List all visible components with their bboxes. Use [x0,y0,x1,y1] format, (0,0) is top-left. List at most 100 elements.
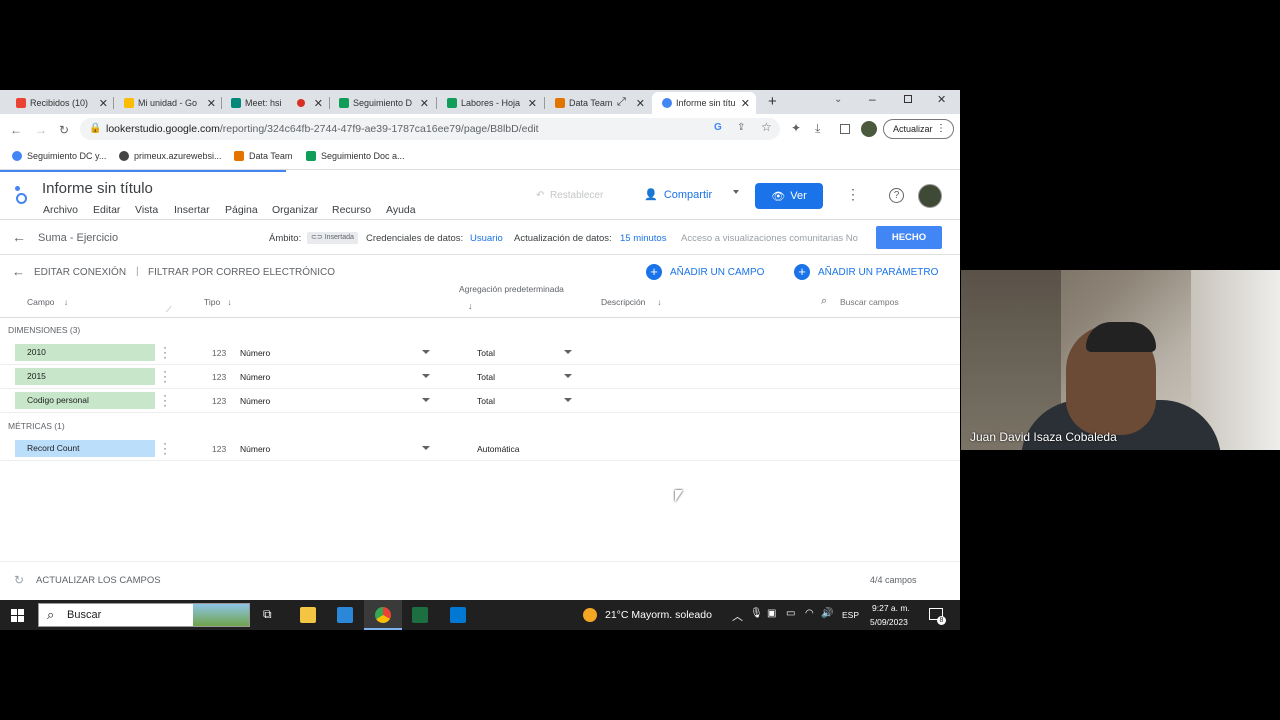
community-viz-label[interactable]: Acceso a visualizaciones comunitarias No [681,233,858,244]
reload-icon[interactable]: ↻ [59,123,69,137]
edit-connection-button[interactable]: EDITAR CONEXIÓN [34,267,126,278]
close-icon[interactable]: ✕ [314,97,323,110]
meet-tray-icon[interactable]: ▣ [767,608,776,619]
url-field[interactable]: 🔒 lookerstudio.google.com/reporting/324c… [80,118,780,140]
tab-data-team[interactable]: Data Team ⤢ ✕ [555,92,645,114]
done-button[interactable]: HECHO [876,226,942,249]
chevron-down-icon[interactable] [564,374,572,378]
tab-sheets-seguimiento[interactable]: Seguimiento D ✕ [339,92,429,114]
field-chip-dimension[interactable]: Codigo personal [15,392,155,409]
close-icon[interactable]: ✕ [99,97,108,110]
refresh-fields-button[interactable]: ACTUALIZAR LOS CAMPOS [36,575,161,586]
menu-organizar[interactable]: Organizar [272,204,318,216]
close-icon[interactable]: ✕ [207,97,216,110]
menu-recurso[interactable]: Recurso [332,204,371,216]
help-icon[interactable]: ? [889,188,904,203]
data-source-name[interactable]: Suma - Ejercicio [38,232,118,244]
bookmark-seguimiento-dc[interactable]: Seguimiento DC y... [12,151,106,161]
chevron-down-icon[interactable] [422,446,430,450]
tab-drive[interactable]: Mi unidad - Go ✕ [124,92,216,114]
tab-search-chevron-icon[interactable]: ⌄ [834,94,842,105]
field-type-select[interactable]: Número [240,348,270,358]
task-view-icon[interactable]: ⧉ [263,607,272,622]
field-type-select[interactable]: Número [240,372,270,382]
file-explorer-icon[interactable] [300,607,316,623]
clock-time[interactable]: 9:27 a. m. [872,603,910,613]
user-avatar[interactable] [918,184,942,208]
field-chip-metric[interactable]: Record Count [15,440,155,457]
bookmark-star-icon[interactable]: ☆ [761,120,772,134]
chevron-down-icon[interactable] [564,398,572,402]
more-vert-icon[interactable]: · · · [162,341,168,363]
column-header-aggregation[interactable]: Agregación predeterminada [459,284,564,294]
taskbar-search-box[interactable]: ⌕ Buscar [38,603,250,627]
column-header-type[interactable]: Tipo ↓ [204,297,232,307]
close-icon[interactable]: ✕ [420,97,429,110]
profile-avatar[interactable] [861,121,877,137]
field-type-select[interactable]: Número [240,396,270,406]
bookmark-primeux[interactable]: primeux.azurewebsi... [119,151,222,161]
language-indicator[interactable]: ESP [842,610,859,620]
window-close-button[interactable]: ✕ [937,93,946,106]
restore-button[interactable] [904,95,912,103]
side-panel-icon[interactable] [840,124,850,134]
aggregation-select[interactable]: Total [477,372,495,382]
more-vert-icon[interactable]: ⋮ [846,186,860,203]
volume-icon[interactable]: 🔊 [821,608,833,619]
filter-by-email-button[interactable]: FILTRAR POR CORREO ELECTRÓNICO [148,267,335,278]
new-tab-button[interactable]: + [768,93,777,110]
close-icon[interactable]: ✕ [741,97,750,110]
resize-handle-icon[interactable]: ⟋ [166,305,172,315]
share-dropdown-icon[interactable] [733,190,739,194]
tab-meet[interactable]: Meet: hsi ✕ [231,92,323,114]
battery-icon[interactable]: ▭ [786,608,795,619]
chevron-down-icon[interactable] [422,374,430,378]
field-type-select[interactable]: Número [240,444,270,454]
field-chip-dimension[interactable]: 2015 [15,368,155,385]
reset-button[interactable]: ↶ Restablecer [536,190,603,201]
wifi-icon[interactable]: ◠ [805,608,814,619]
tab-sheets-labores[interactable]: Labores - Hoja ✕ [447,92,537,114]
report-title[interactable]: Informe sin título [42,180,153,197]
menu-vista[interactable]: Vista [135,204,158,216]
vscode-icon[interactable] [450,607,466,623]
minimize-button[interactable]: – [869,92,876,106]
download-icon[interactable]: ⤓ [815,121,820,136]
aggregation-select[interactable]: Total [477,396,495,406]
menu-editar[interactable]: Editar [93,204,120,216]
update-browser-button[interactable]: Actualizar ⋮ [883,119,954,139]
bookmark-data-team[interactable]: Data Team [234,151,292,161]
weather-text[interactable]: 21°C Mayorm. soleado [605,609,712,621]
looker-studio-logo-icon[interactable] [14,185,28,205]
menu-insertar[interactable]: Insertar [174,204,210,216]
microphone-icon[interactable]: 🎙 [750,608,763,619]
forward-icon[interactable]: → [35,123,47,137]
tab-gmail[interactable]: Recibidos (10) ✕ [16,92,108,114]
field-chip-dimension[interactable]: 2010 [15,344,155,361]
extensions-icon[interactable]: ✦ [791,121,801,135]
view-button[interactable]: 👁 Ver [755,183,823,209]
column-header-field[interactable]: Campo ↓ [27,297,68,307]
windows-start-icon[interactable] [11,609,24,622]
menu-pagina[interactable]: Página [225,204,258,216]
share-icon[interactable]: ⇪ [737,122,745,133]
more-vert-icon[interactable]: · · · [162,389,168,411]
chevron-down-icon[interactable] [422,398,430,402]
microsoft-store-icon[interactable] [337,607,353,623]
share-button[interactable]: 👤 Compartir [644,188,712,201]
back-arrow-icon[interactable]: ← [12,229,26,245]
chrome-icon[interactable] [375,607,391,623]
credentials-value[interactable]: Usuario [470,233,503,244]
back-arrow-icon[interactable]: ← [12,264,25,279]
freshness-value[interactable]: 15 minutos [620,233,666,244]
aggregation-select[interactable]: Total [477,348,495,358]
close-icon[interactable]: ✕ [636,97,645,110]
add-field-button[interactable]: + AÑADIR UN CAMPO [646,264,764,280]
more-vert-icon[interactable]: · · · [162,365,168,387]
google-lens-icon[interactable]: G [714,122,722,133]
chevron-down-icon[interactable] [422,350,430,354]
refresh-icon[interactable]: ↻ [14,573,24,587]
more-vert-icon[interactable]: · · · [162,437,168,459]
close-icon[interactable]: ✕ [528,97,537,110]
search-fields-input[interactable] [840,295,940,309]
